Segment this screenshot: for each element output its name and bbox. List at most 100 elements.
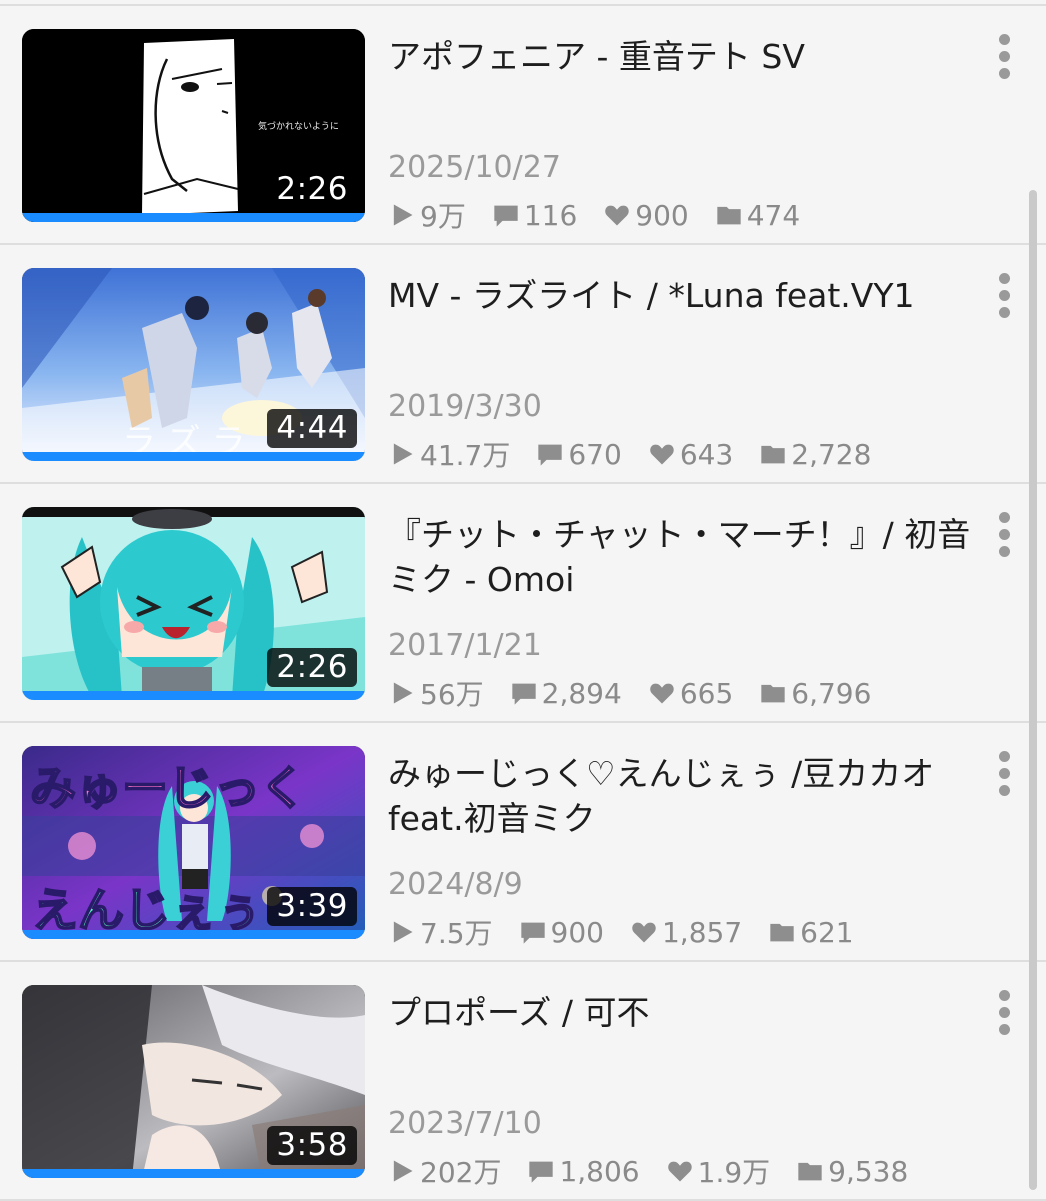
- like-count-value: 900: [635, 198, 689, 232]
- view-count: 202万: [388, 1151, 501, 1191]
- video-thumbnail[interactable]: ラ ズ ラ 4:44: [22, 268, 365, 461]
- folder-icon: [717, 206, 741, 225]
- like-count: 1.9万: [666, 1151, 771, 1191]
- video-duration: 2:26: [267, 170, 357, 209]
- more-vertical-icon: [998, 989, 1010, 1001]
- video-thumbnail[interactable]: 気づかれないように 2:26: [22, 29, 365, 222]
- thumbnail-caption-top: みゅーじっく: [30, 761, 306, 815]
- like-count: 643: [648, 438, 733, 471]
- video-title[interactable]: プロポーズ / 可不: [388, 990, 988, 1035]
- play-icon: [393, 682, 413, 704]
- video-item[interactable]: みゅーじっく えんじぇぅ 3:39 みゅーじっく♡えんじぇぅ /豆カカオ fea…: [0, 723, 1046, 962]
- video-stats: 7.5万 900 1,857 621: [388, 913, 854, 951]
- like-count-value: 665: [679, 676, 734, 710]
- folder-icon: [761, 445, 785, 464]
- mylist-count: 621: [768, 916, 854, 949]
- comment-count-value: 2,894: [541, 676, 622, 710]
- mylist-count-value: 474: [746, 198, 801, 232]
- video-duration: 4:44: [267, 409, 357, 448]
- video-stats: 41.7万 670 643 2,728: [388, 435, 871, 473]
- mylist-count: 2,728: [759, 438, 871, 471]
- comment-count: 2,894: [510, 677, 622, 710]
- video-stats: 9万 116 900 474: [388, 196, 800, 234]
- heart-icon: [667, 1161, 692, 1182]
- video-item[interactable]: 3:58 プロポーズ / 可不 2023/7/10 202万 1,806 1.9…: [0, 962, 1046, 1201]
- video-stats: 202万 1,806 1.9万 9,538: [388, 1152, 908, 1190]
- video-date: 2019/3/30: [388, 389, 542, 424]
- video-date: 2024/8/9: [388, 867, 523, 902]
- comment-count-value: 900: [550, 915, 604, 949]
- comment-count-value: 1,806: [559, 1154, 640, 1188]
- play-icon: [393, 204, 413, 226]
- mylist-count: 6,796: [759, 677, 871, 710]
- play-icon: [393, 921, 413, 943]
- watch-progress-bar: [22, 930, 365, 939]
- comment-count: 670: [536, 437, 622, 471]
- heart-icon: [632, 922, 656, 943]
- thumbnail-caption: 気づかれないように: [258, 120, 339, 132]
- more-options-button[interactable]: [984, 267, 1024, 323]
- view-count-value: 9万: [420, 200, 466, 233]
- video-title[interactable]: 『チット・チャット・マーチ！』/ 初音ミク - Omoi: [388, 512, 988, 602]
- heart-icon: [605, 205, 630, 226]
- folder-icon: [761, 684, 785, 703]
- video-duration: 3:58: [267, 1126, 357, 1165]
- video-title[interactable]: みゅーじっく♡えんじぇぅ /豆カカオ feat.初音ミク: [388, 751, 988, 841]
- video-item[interactable]: ラ ズ ラ 4:44 MV - ラズライト / *Luna feat.VY1 2…: [0, 245, 1046, 484]
- view-count: 7.5万: [388, 912, 493, 952]
- more-options-button[interactable]: [984, 984, 1024, 1040]
- watch-progress-bar: [22, 1169, 365, 1178]
- more-vertical-icon: [998, 33, 1010, 45]
- comment-icon: [538, 444, 563, 466]
- comment-count: 900: [519, 916, 604, 949]
- video-list: 気づかれないように 2:26 アポフェニア - 重音テト SV 2025/10/…: [0, 0, 1046, 1201]
- video-stats: 56万 2,894 665 6,796: [388, 674, 871, 712]
- video-item[interactable]: 気づかれないように 2:26 アポフェニア - 重音テト SV 2025/10/…: [0, 6, 1046, 245]
- video-title[interactable]: アポフェニア - 重音テト SV: [388, 34, 988, 79]
- video-duration: 2:26: [267, 648, 357, 687]
- more-vertical-icon: [998, 511, 1010, 523]
- video-date: 2017/1/21: [388, 628, 542, 663]
- like-count: 900: [603, 198, 689, 232]
- view-count-value: 202万: [420, 1156, 502, 1189]
- view-count: 41.7万: [388, 434, 510, 474]
- view-count-value: 56万: [420, 678, 484, 711]
- video-thumbnail[interactable]: 2:26: [22, 507, 365, 700]
- scrollbar[interactable]: [1029, 190, 1037, 1190]
- mylist-count-value: 6,796: [791, 676, 872, 710]
- more-options-button[interactable]: [984, 28, 1024, 84]
- comment-count-value: 116: [523, 198, 578, 232]
- like-count-value: 1.9万: [697, 1156, 771, 1189]
- watch-progress-bar: [22, 691, 365, 700]
- mylist-count-value: 9,538: [828, 1154, 909, 1188]
- video-date: 2023/7/10: [388, 1106, 542, 1141]
- comment-count: 1,806: [527, 1154, 640, 1188]
- folder-icon: [770, 923, 794, 942]
- more-options-button[interactable]: [984, 506, 1024, 562]
- mylist-count: 9,538: [796, 1155, 908, 1188]
- video-duration: 3:39: [267, 887, 357, 926]
- watch-progress-bar: [22, 452, 365, 461]
- video-item[interactable]: 2:26 『チット・チャット・マーチ！』/ 初音ミク - Omoi 2017/1…: [0, 484, 1046, 723]
- like-count-value: 1,857: [661, 915, 743, 949]
- video-thumbnail[interactable]: 3:58: [22, 985, 365, 1178]
- heart-icon: [650, 444, 674, 465]
- folder-icon: [798, 1162, 822, 1181]
- video-title[interactable]: MV - ラズライト / *Luna feat.VY1: [388, 273, 988, 318]
- more-vertical-icon: [998, 272, 1010, 284]
- video-date: 2025/10/27: [388, 150, 561, 185]
- comment-icon: [511, 683, 536, 705]
- more-options-button[interactable]: [984, 745, 1024, 801]
- mylist-count: 474: [715, 199, 800, 232]
- mylist-count-value: 2,728: [791, 437, 872, 471]
- view-count-value: 41.7万: [420, 439, 511, 472]
- play-icon: [393, 443, 413, 465]
- comment-count: 116: [492, 199, 577, 232]
- comment-icon: [494, 205, 518, 227]
- like-count: 665: [648, 677, 733, 710]
- comment-count-value: 670: [568, 437, 622, 471]
- thumbnail-caption-bottom: えんじぇぅ: [32, 883, 262, 937]
- view-count-value: 7.5万: [420, 917, 493, 950]
- video-thumbnail[interactable]: みゅーじっく えんじぇぅ 3:39: [22, 746, 365, 939]
- like-count: 1,857: [630, 916, 742, 949]
